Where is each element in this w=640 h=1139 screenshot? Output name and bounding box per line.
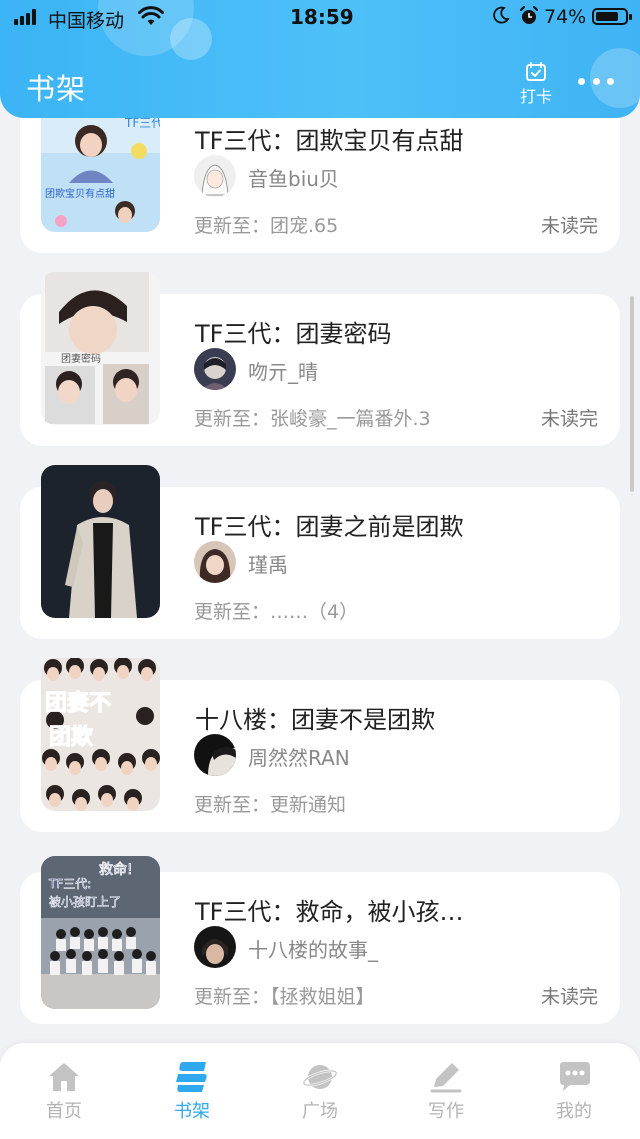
tab-mine[interactable]: 我的 xyxy=(514,1061,634,1123)
pen-icon xyxy=(430,1063,462,1093)
latest-update: 更新至：张峻豪_一篇番外.3 xyxy=(194,408,431,430)
scrollbar[interactable] xyxy=(630,296,634,492)
dot-icon xyxy=(607,77,614,85)
book-card[interactable]: TF三代 团欺宝贝有点甜 TF三代：团欺宝贝有点甜 音鱼biu贝 更新至：团宠.… xyxy=(20,93,620,253)
book-card[interactable]: TF三代：团妻之前是团欺 瑾禹 更新至：……（4） xyxy=(20,465,620,639)
dot-icon xyxy=(578,77,585,85)
book-title: TF三代：救命，被小孩… xyxy=(195,898,464,926)
tab-write[interactable]: 写作 xyxy=(386,1061,506,1123)
checkin-button[interactable]: 打卡 xyxy=(516,62,556,107)
author-avatar xyxy=(194,734,236,776)
tab-home[interactable]: 首页 xyxy=(4,1061,124,1123)
book-title: TF三代：团妻密码 xyxy=(195,320,392,348)
tab-bookshelf[interactable]: 书架 xyxy=(132,1061,252,1123)
author-avatar xyxy=(194,541,236,583)
read-status: 未读完 xyxy=(540,986,598,1008)
planet-icon xyxy=(302,1065,338,1089)
book-card[interactable]: 团妻密码 TF三代：团妻密码 吻亓_晴 更新至：张峻豪_一篇番外.3 未读完 xyxy=(20,272,620,446)
page-title: 书架 xyxy=(26,72,87,106)
more-options-button[interactable] xyxy=(578,73,614,89)
tab-label: 我的 xyxy=(556,1101,592,1122)
author-name: 周然然RAN xyxy=(248,746,350,770)
battery-percent: 74% xyxy=(544,6,587,28)
book-card[interactable]: 救命! TF三代: 被小孩盯上了 TF三代：救命，被小孩… 十八楼的故事_ 更新… xyxy=(20,856,620,1024)
latest-update: 更新至：更新通知 xyxy=(194,794,347,816)
battery-icon xyxy=(592,8,632,25)
book-card[interactable]: 团妻不 团欺 十八楼：团妻不是团欺 周然然RAN 更新至：更新通知 xyxy=(20,658,620,832)
wifi-icon xyxy=(138,6,164,25)
book-cover: 团妻密码 xyxy=(41,272,160,425)
author-name: 瑾禹 xyxy=(248,553,288,577)
svg-text:被小孩盯上了: 被小孩盯上了 xyxy=(49,895,121,909)
book-cover: 团妻不 团欺 xyxy=(41,658,160,811)
book-title: TF三代：团妻之前是团欺 xyxy=(195,513,464,541)
svg-text:团妻密码: 团妻密码 xyxy=(61,352,101,365)
author-avatar xyxy=(194,155,236,197)
read-status: 未读完 xyxy=(540,215,598,237)
moon-icon xyxy=(493,6,510,24)
svg-text:团妻不: 团妻不 xyxy=(45,690,111,716)
home-icon xyxy=(49,1063,79,1091)
author-name: 吻亓_晴 xyxy=(248,360,318,384)
latest-update: 更新至：【拯救姐姐】 xyxy=(194,986,375,1008)
tab-label: 书架 xyxy=(174,1101,210,1122)
tab-label: 写作 xyxy=(428,1101,464,1122)
chat-bubble-icon xyxy=(560,1062,590,1091)
author-avatar xyxy=(194,348,236,390)
calendar-check-icon xyxy=(526,62,546,81)
clock: 18:59 xyxy=(290,5,354,29)
tab-label: 首页 xyxy=(46,1101,82,1122)
signal-icon xyxy=(14,9,36,25)
book-title: 十八楼：团妻不是团欺 xyxy=(195,706,435,734)
svg-text:救命!: 救命! xyxy=(99,861,133,878)
tab-label: 广场 xyxy=(302,1101,338,1122)
book-cover: 救命! TF三代: 被小孩盯上了 xyxy=(41,856,160,1009)
author-name: 十八楼的故事_ xyxy=(248,938,378,962)
carrier-label: 中国移动 xyxy=(48,10,125,32)
svg-text:团欺: 团欺 xyxy=(49,724,93,750)
latest-update: 更新至：……（4） xyxy=(194,601,359,623)
svg-text:TF三代: TF三代 xyxy=(124,116,160,130)
author-name: 音鱼biu贝 xyxy=(248,167,339,191)
svg-text:TF三代:: TF三代: xyxy=(48,877,91,891)
tab-square[interactable]: 广场 xyxy=(260,1061,380,1123)
status-bar: 中国移动 18:59 74% xyxy=(0,0,640,36)
book-title: TF三代：团欺宝贝有点甜 xyxy=(195,127,464,155)
svg-text:团欺宝贝有点甜: 团欺宝贝有点甜 xyxy=(45,187,115,200)
latest-update: 更新至：团宠.65 xyxy=(194,215,339,237)
bottom-tab-bar: 首页 书架 广场 写作 我的 xyxy=(0,1043,640,1139)
bookshelf-icon xyxy=(176,1062,207,1092)
header-bar: 中国移动 18:59 74% 书架 打卡 xyxy=(0,0,640,118)
dot-icon xyxy=(592,77,600,85)
book-cover xyxy=(41,465,160,618)
checkin-label: 打卡 xyxy=(519,87,552,106)
read-status: 未读完 xyxy=(540,408,598,430)
author-avatar xyxy=(194,926,236,968)
alarm-icon xyxy=(519,5,539,24)
